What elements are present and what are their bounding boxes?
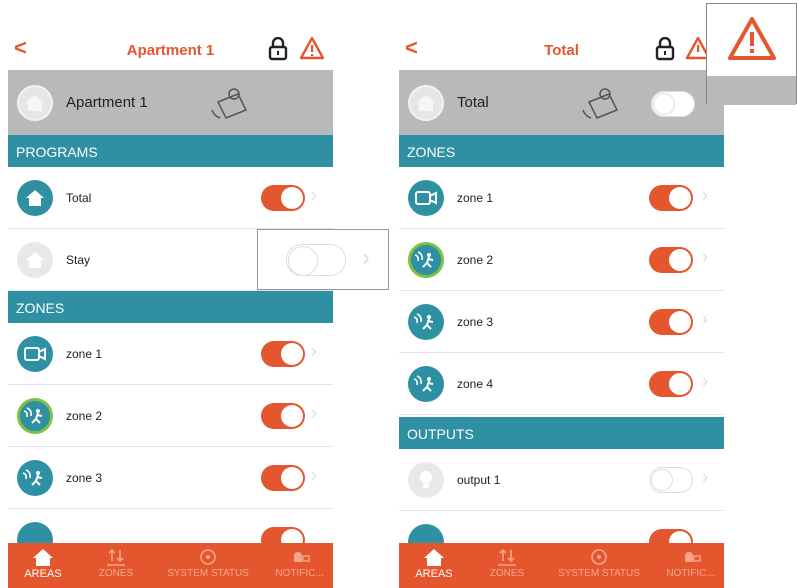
- zone-row[interactable]: zone 2 ›: [399, 229, 724, 291]
- tab-system-status[interactable]: SYSTEM STATUS: [153, 543, 263, 588]
- zones-icon: [107, 548, 125, 566]
- zones-icon: [498, 548, 516, 566]
- tab-notifications[interactable]: NOTIFIC...: [266, 543, 333, 588]
- tab-system-status[interactable]: SYSTEM STATUS: [544, 543, 654, 588]
- tab-zones[interactable]: ZONES: [86, 543, 146, 588]
- motion-sensor-icon: [17, 460, 53, 496]
- lock-icon[interactable]: [655, 37, 675, 61]
- area-header: Apartment 1: [8, 70, 333, 135]
- section-outputs: OUTPUTS: [399, 417, 724, 449]
- zone-row[interactable]: zone 3 ›: [399, 291, 724, 353]
- zone-row[interactable]: zone 1 ›: [399, 167, 724, 229]
- geolocation-icon[interactable]: [208, 80, 252, 124]
- tab-areas[interactable]: AREAS: [399, 543, 469, 588]
- geolocation-icon[interactable]: [579, 80, 623, 124]
- area-name: Apartment 1: [66, 94, 148, 111]
- zone-label: zone 2: [66, 409, 103, 423]
- page-title: Total: [544, 42, 579, 59]
- chevron-right-icon[interactable]: ›: [311, 341, 317, 362]
- zone-toggle[interactable]: [649, 185, 693, 211]
- bell-camera-icon: [293, 552, 310, 562]
- lock-icon[interactable]: [268, 37, 288, 61]
- zone-label: zone 2: [457, 253, 494, 267]
- area-avatar: [17, 85, 53, 121]
- home-icon: [25, 95, 45, 111]
- zone-label: zone 3: [66, 471, 103, 485]
- zoomed-toggle: [286, 244, 346, 276]
- chevron-right-icon: ›: [362, 244, 370, 271]
- zone-toggle[interactable]: [261, 465, 305, 491]
- section-programs: PROGRAMS: [8, 135, 333, 167]
- chevron-right-icon[interactable]: ›: [702, 309, 708, 330]
- zone-toggle[interactable]: [649, 371, 693, 397]
- home-icon: [424, 549, 444, 566]
- program-toggle-total[interactable]: [261, 185, 305, 211]
- alarm-warning-icon: [728, 17, 776, 60]
- zone-label: zone 3: [457, 315, 494, 329]
- chevron-right-icon[interactable]: ›: [702, 371, 708, 392]
- status-icon: [200, 549, 216, 565]
- total-screen: < Total Total ZONES zone 1 › zone 2 › zo…: [399, 30, 724, 588]
- bottom-tab-bar: AREAS ZONES SYSTEM STATUS NOTIFIC...: [399, 543, 724, 588]
- section-zones: ZONES: [8, 291, 333, 323]
- chevron-right-icon[interactable]: ›: [311, 185, 317, 206]
- zone-toggle[interactable]: [649, 309, 693, 335]
- apartment-screen: < Apartment 1 Apartment 1 PROGRAMS Total: [8, 30, 333, 588]
- chevron-right-icon[interactable]: ›: [702, 467, 708, 488]
- tab-zones[interactable]: ZONES: [477, 543, 537, 588]
- area-name: Total: [457, 94, 489, 111]
- chevron-right-icon[interactable]: ›: [702, 247, 708, 268]
- lightbulb-icon: [408, 462, 444, 498]
- alarm-warning-icon[interactable]: [299, 36, 325, 60]
- area-avatar: [408, 85, 444, 121]
- chevron-right-icon[interactable]: ›: [702, 185, 708, 206]
- motion-sensor-icon: [408, 242, 444, 278]
- top-bar: < Apartment 1: [8, 30, 333, 70]
- home-icon: [17, 242, 53, 278]
- zone-row[interactable]: zone 3 ›: [8, 447, 333, 509]
- area-toggle[interactable]: [651, 91, 695, 117]
- tab-areas[interactable]: AREAS: [8, 543, 78, 588]
- motion-sensor-icon: [17, 398, 53, 434]
- zone-label: zone 1: [66, 347, 103, 361]
- area-header: Total: [399, 70, 724, 135]
- status-icon: [591, 549, 607, 565]
- tab-notifications[interactable]: NOTIFIC...: [657, 543, 724, 588]
- zone-row[interactable]: zone 2 ›: [8, 385, 333, 447]
- motion-sensor-icon: [408, 304, 444, 340]
- chevron-right-icon[interactable]: ›: [311, 465, 317, 486]
- home-icon: [17, 180, 53, 216]
- zone-row[interactable]: zone 1 ›: [8, 323, 333, 385]
- program-label: Stay: [66, 253, 91, 267]
- zone-label: zone 1: [457, 191, 494, 205]
- top-bar: < Total: [399, 30, 724, 70]
- zone-toggle[interactable]: [649, 247, 693, 273]
- home-icon: [33, 549, 53, 566]
- camera-icon: [408, 180, 444, 216]
- zone-toggle[interactable]: [261, 403, 305, 429]
- section-zones: ZONES: [399, 135, 724, 167]
- output-label: output 1: [457, 473, 501, 487]
- program-row-total[interactable]: Total ›: [8, 167, 333, 229]
- chevron-right-icon[interactable]: ›: [311, 403, 317, 424]
- program-label: Total: [66, 191, 92, 205]
- zone-row[interactable]: zone 4 ›: [399, 353, 724, 415]
- camera-icon: [17, 336, 53, 372]
- zoom-callout-toggle: ›: [257, 229, 389, 290]
- bell-camera-icon: [684, 552, 701, 562]
- zone-label: zone 4: [457, 377, 494, 391]
- zoom-callout-warning: [706, 3, 797, 105]
- bottom-tab-bar: AREAS ZONES SYSTEM STATUS NOTIFIC...: [8, 543, 333, 588]
- motion-sensor-icon: [408, 366, 444, 402]
- zone-toggle[interactable]: [261, 341, 305, 367]
- output-row[interactable]: output 1 ›: [399, 449, 724, 511]
- home-icon: [416, 95, 436, 111]
- output-toggle[interactable]: [649, 467, 693, 493]
